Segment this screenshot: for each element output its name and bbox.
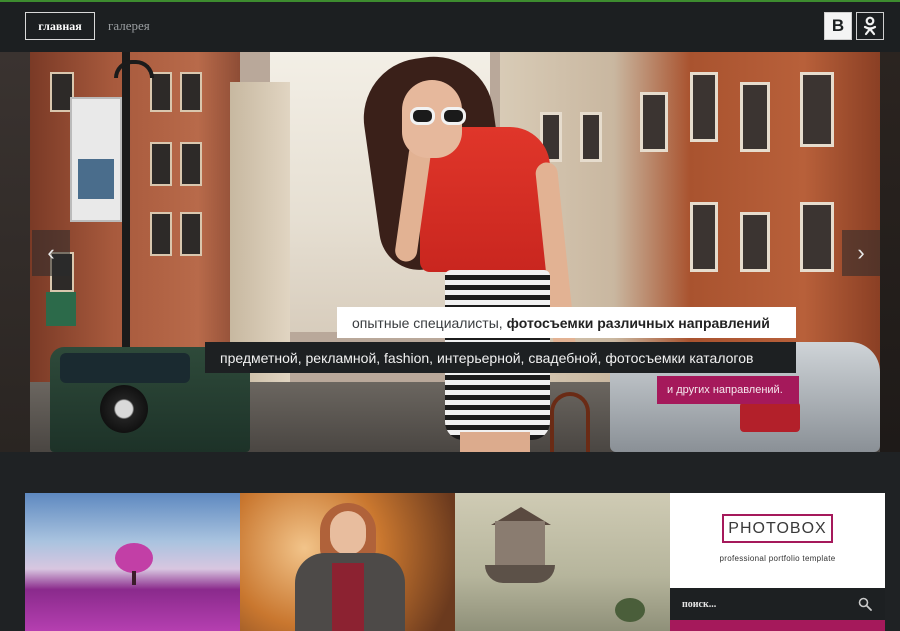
hero-side-edge-left [0,52,30,452]
top-navigation-bar: главная галерея B [0,0,900,52]
nav-gallery-link[interactable]: галерея [108,12,150,40]
model-sunglasses [410,107,466,125]
chevron-left-icon: ‹ [47,240,55,265]
hero-side-edge-right [880,52,900,452]
thumbnail-autumn-portrait[interactable] [240,493,455,631]
hero-caption-line-3: и других направлений. [657,376,799,404]
search-input[interactable] [682,588,842,620]
accent-strip [670,620,885,631]
thumbnail-flying-house[interactable] [455,493,670,631]
hero-hanging-banner [70,97,122,222]
brand-box: PHOTOBOX professional portfolio template [670,493,885,588]
hero-caption-line-1: опытные специалисты, фотосъемки различны… [337,307,796,338]
photobox-logo[interactable]: PHOTOBOX [722,514,833,543]
slider-prev-button[interactable]: ‹ [32,230,70,276]
hero-caption-regular: опытные специалисты, [352,314,503,331]
nav-home-link[interactable]: главная [25,12,95,40]
slider-next-button[interactable]: › [842,230,880,276]
hero-street-lamp [122,52,130,352]
hero-caption-bold: фотосъемки различных направлений [506,314,770,331]
model-bag-handle [550,392,590,452]
vk-icon[interactable]: B [824,12,852,40]
brand-tagline: professional portfolio template [719,554,836,563]
model-legs [460,432,530,452]
chevron-right-icon: › [857,240,865,265]
hero-shop-sign [46,292,76,326]
search-icon[interactable] [858,597,872,611]
odnoklassniki-icon[interactable] [856,12,884,40]
gallery-thumbnails: PHOTOBOX professional portfolio template [25,493,885,631]
hero-caption-line-2: предметной, рекламной, fashion, интерьер… [205,342,796,373]
search-bar [670,588,885,620]
thumbnail-lavender-field[interactable] [25,493,240,631]
